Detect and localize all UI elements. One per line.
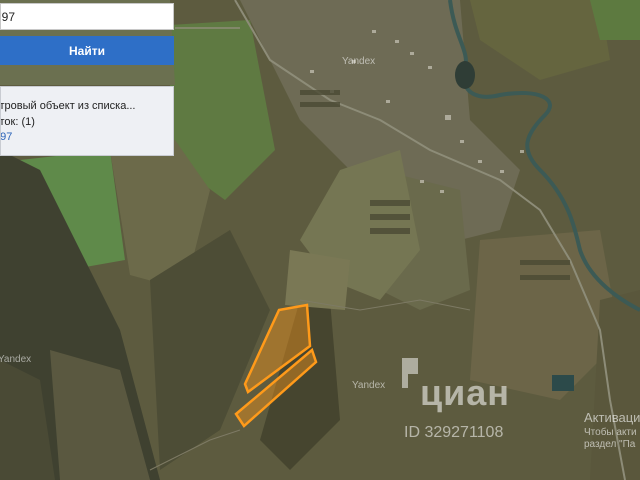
find-button[interactable]: Найти <box>0 36 174 65</box>
map-provider-label: Yandex <box>342 56 376 67</box>
result-description: стровый объект из списка... <box>0 100 136 112</box>
result-count: сток: (1) <box>1 116 35 128</box>
activation-title: Активаци <box>584 410 640 425</box>
map-provider-label: Yandex <box>0 354 32 365</box>
search-input[interactable] <box>0 3 174 30</box>
map-provider-label: Yandex <box>352 380 386 391</box>
satellite-map[interactable] <box>0 0 640 480</box>
activation-line: Чтобы акти <box>584 427 637 438</box>
windows-activation-notice: Активаци Чтобы акти раздел "Па <box>584 410 640 450</box>
result-link[interactable]: 797 <box>1 131 12 143</box>
search-results-panel: стровый объект из списка... сток: (1) 79… <box>0 86 174 156</box>
activation-line: раздел "Па <box>584 439 636 450</box>
